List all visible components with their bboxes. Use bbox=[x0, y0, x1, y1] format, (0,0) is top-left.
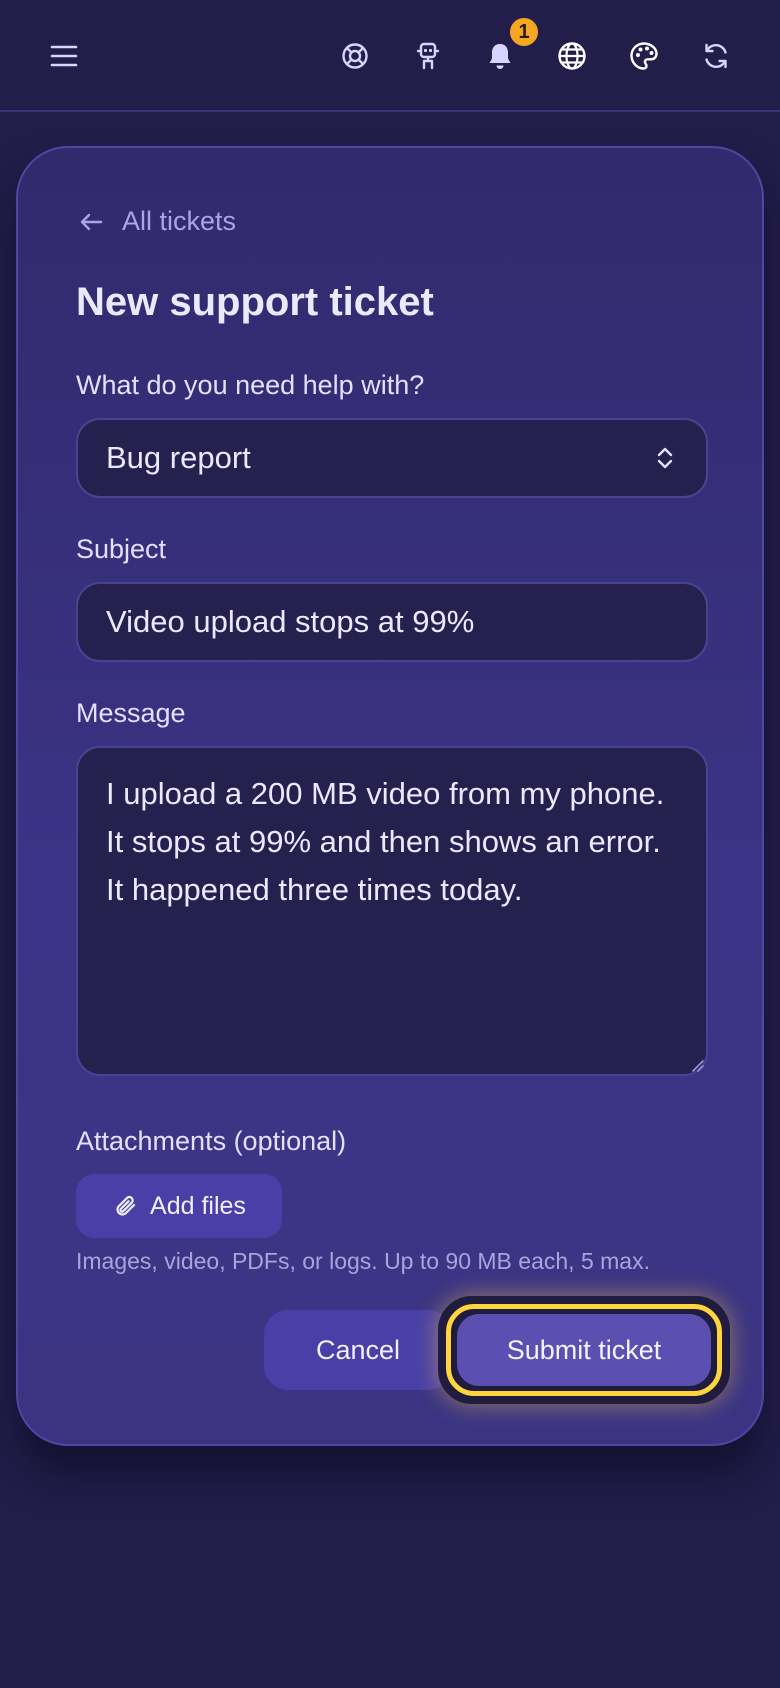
cancel-button[interactable]: Cancel bbox=[264, 1310, 452, 1390]
menu-icon bbox=[50, 45, 78, 67]
assistant-button[interactable] bbox=[404, 32, 452, 80]
add-files-label: Add files bbox=[150, 1191, 246, 1220]
subject-label: Subject bbox=[76, 534, 167, 564]
subject-input[interactable] bbox=[76, 582, 708, 662]
refresh-icon bbox=[705, 43, 727, 69]
submit-ticket-label: Submit ticket bbox=[457, 1314, 711, 1386]
ticket-form-card: All tickets New support ticket What do y… bbox=[16, 146, 764, 1446]
back-link-label: All tickets bbox=[122, 206, 237, 236]
bell-icon bbox=[489, 44, 511, 69]
page-title: New support ticket bbox=[76, 280, 434, 324]
refresh-button[interactable] bbox=[692, 32, 740, 80]
attachments-help-text: Images, video, PDFs, or logs. Up to 90 M… bbox=[76, 1248, 650, 1274]
lifebuoy-icon bbox=[342, 43, 368, 69]
add-files-button[interactable]: Add files bbox=[76, 1174, 282, 1238]
theme-button[interactable] bbox=[620, 32, 668, 80]
notification-badge: 1 bbox=[508, 16, 540, 48]
top-bar: 1 bbox=[0, 0, 780, 112]
chevron-up-down-icon bbox=[657, 447, 673, 469]
attachments-label: Attachments (optional) bbox=[76, 1126, 347, 1156]
resize-grip-icon[interactable] bbox=[690, 1058, 704, 1072]
topic-select-value: Bug report bbox=[106, 440, 251, 475]
palette-icon bbox=[630, 42, 658, 70]
topic-label: What do you need help with? bbox=[76, 370, 425, 400]
globe-icon bbox=[558, 42, 586, 70]
submit-ticket-button[interactable]: Submit ticket bbox=[446, 1304, 722, 1396]
back-to-tickets-link[interactable]: All tickets bbox=[76, 206, 236, 237]
arrow-left-icon bbox=[80, 213, 103, 230]
message-textarea[interactable]: I upload a 200 MB video from my phone. I… bbox=[76, 746, 708, 1076]
menu-button[interactable] bbox=[40, 32, 88, 80]
message-label: Message bbox=[76, 698, 186, 728]
topic-select[interactable]: Bug report bbox=[76, 418, 708, 498]
support-button[interactable] bbox=[331, 32, 379, 80]
paperclip-icon bbox=[116, 1195, 136, 1216]
language-button[interactable] bbox=[548, 32, 596, 80]
robot-icon bbox=[416, 42, 440, 70]
